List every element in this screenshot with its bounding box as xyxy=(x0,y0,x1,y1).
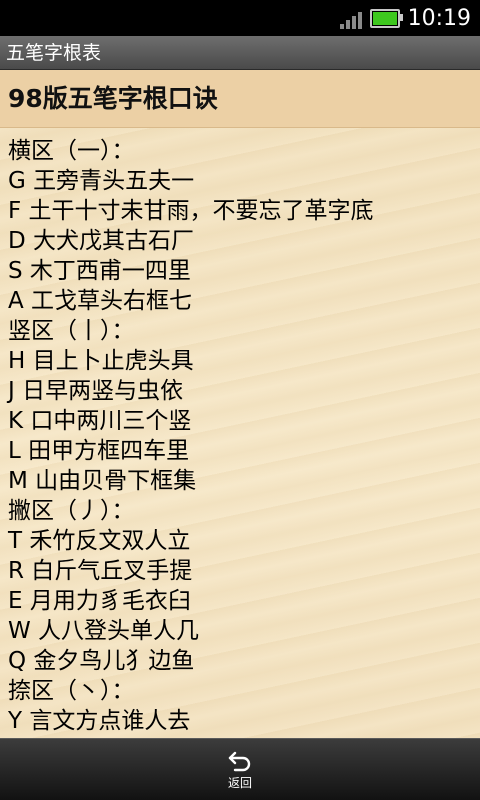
mnemonic-line: K 口中两川三个竖 xyxy=(8,408,192,434)
mnemonic-line: 竖区（丨）： xyxy=(8,318,135,344)
mnemonic-line: 横区（一）： xyxy=(8,138,135,164)
mnemonic-line: H 目上卜止虎头具 xyxy=(8,348,194,374)
status-bar: 10:19 xyxy=(0,0,480,36)
mnemonic-line: D 大犬戊其古石厂 xyxy=(8,228,195,254)
back-arrow-icon xyxy=(228,751,251,771)
page-heading: 98版五笔字根口诀 xyxy=(0,70,480,128)
content-area[interactable]: 98版五笔字根口诀 横区（一）： G 王旁青头五夫一 F 土干十寸未甘雨，不要忘了革… xyxy=(0,70,480,738)
mnemonic-line: Q 金夕鸟儿犭边鱼 xyxy=(8,648,195,674)
signal-icon xyxy=(339,7,364,29)
app-title: 五笔字根表 xyxy=(6,42,102,64)
app-title-bar: 五笔字根表 xyxy=(0,36,480,70)
mnemonic-line: 撇区（丿）： xyxy=(8,498,135,524)
battery-icon xyxy=(369,8,403,28)
mnemonic-line: W 人八登头单人几 xyxy=(8,618,200,644)
screen: 10:19 五笔字根表 98版五笔字根口诀 横区（一）： G 王旁青头五夫一 F 土… xyxy=(0,0,480,800)
mnemonic-line: E 月用力豸毛衣臼 xyxy=(8,588,191,614)
clock: 10:19 xyxy=(407,5,471,31)
back-label: 返回 xyxy=(227,775,252,790)
mnemonic-line: 捺区（丶）： xyxy=(8,678,135,704)
battery-level xyxy=(372,11,397,25)
mnemonic-line: J 日早两竖与虫依 xyxy=(8,378,184,404)
mnemonic-list: 横区（一）： G 王旁青头五夫一 F 土干十寸未甘雨，不要忘了革字底 D 大犬戊其古石… xyxy=(0,128,480,736)
mnemonic-line: A 工戈草头右框七 xyxy=(8,288,193,314)
mnemonic-line: L 田甲方框四车里 xyxy=(8,438,190,464)
mnemonic-line: Y 言文方点谁人去 xyxy=(8,708,191,734)
mnemonic-line: S 木丁西甫一四里 xyxy=(8,258,191,284)
mnemonic-line: T 禾竹反文双人立 xyxy=(8,528,191,554)
back-button[interactable]: 返回 xyxy=(227,750,253,791)
mnemonic-line: R 白斤气丘叉手提 xyxy=(8,558,193,584)
mnemonic-line: M 山由贝骨下框集 xyxy=(8,468,197,494)
mnemonic-line: G 王旁青头五夫一 xyxy=(8,168,195,194)
bottom-bar: 返回 xyxy=(0,738,480,800)
mnemonic-line: F 土干十寸未甘雨，不要忘了革字底 xyxy=(8,198,374,224)
